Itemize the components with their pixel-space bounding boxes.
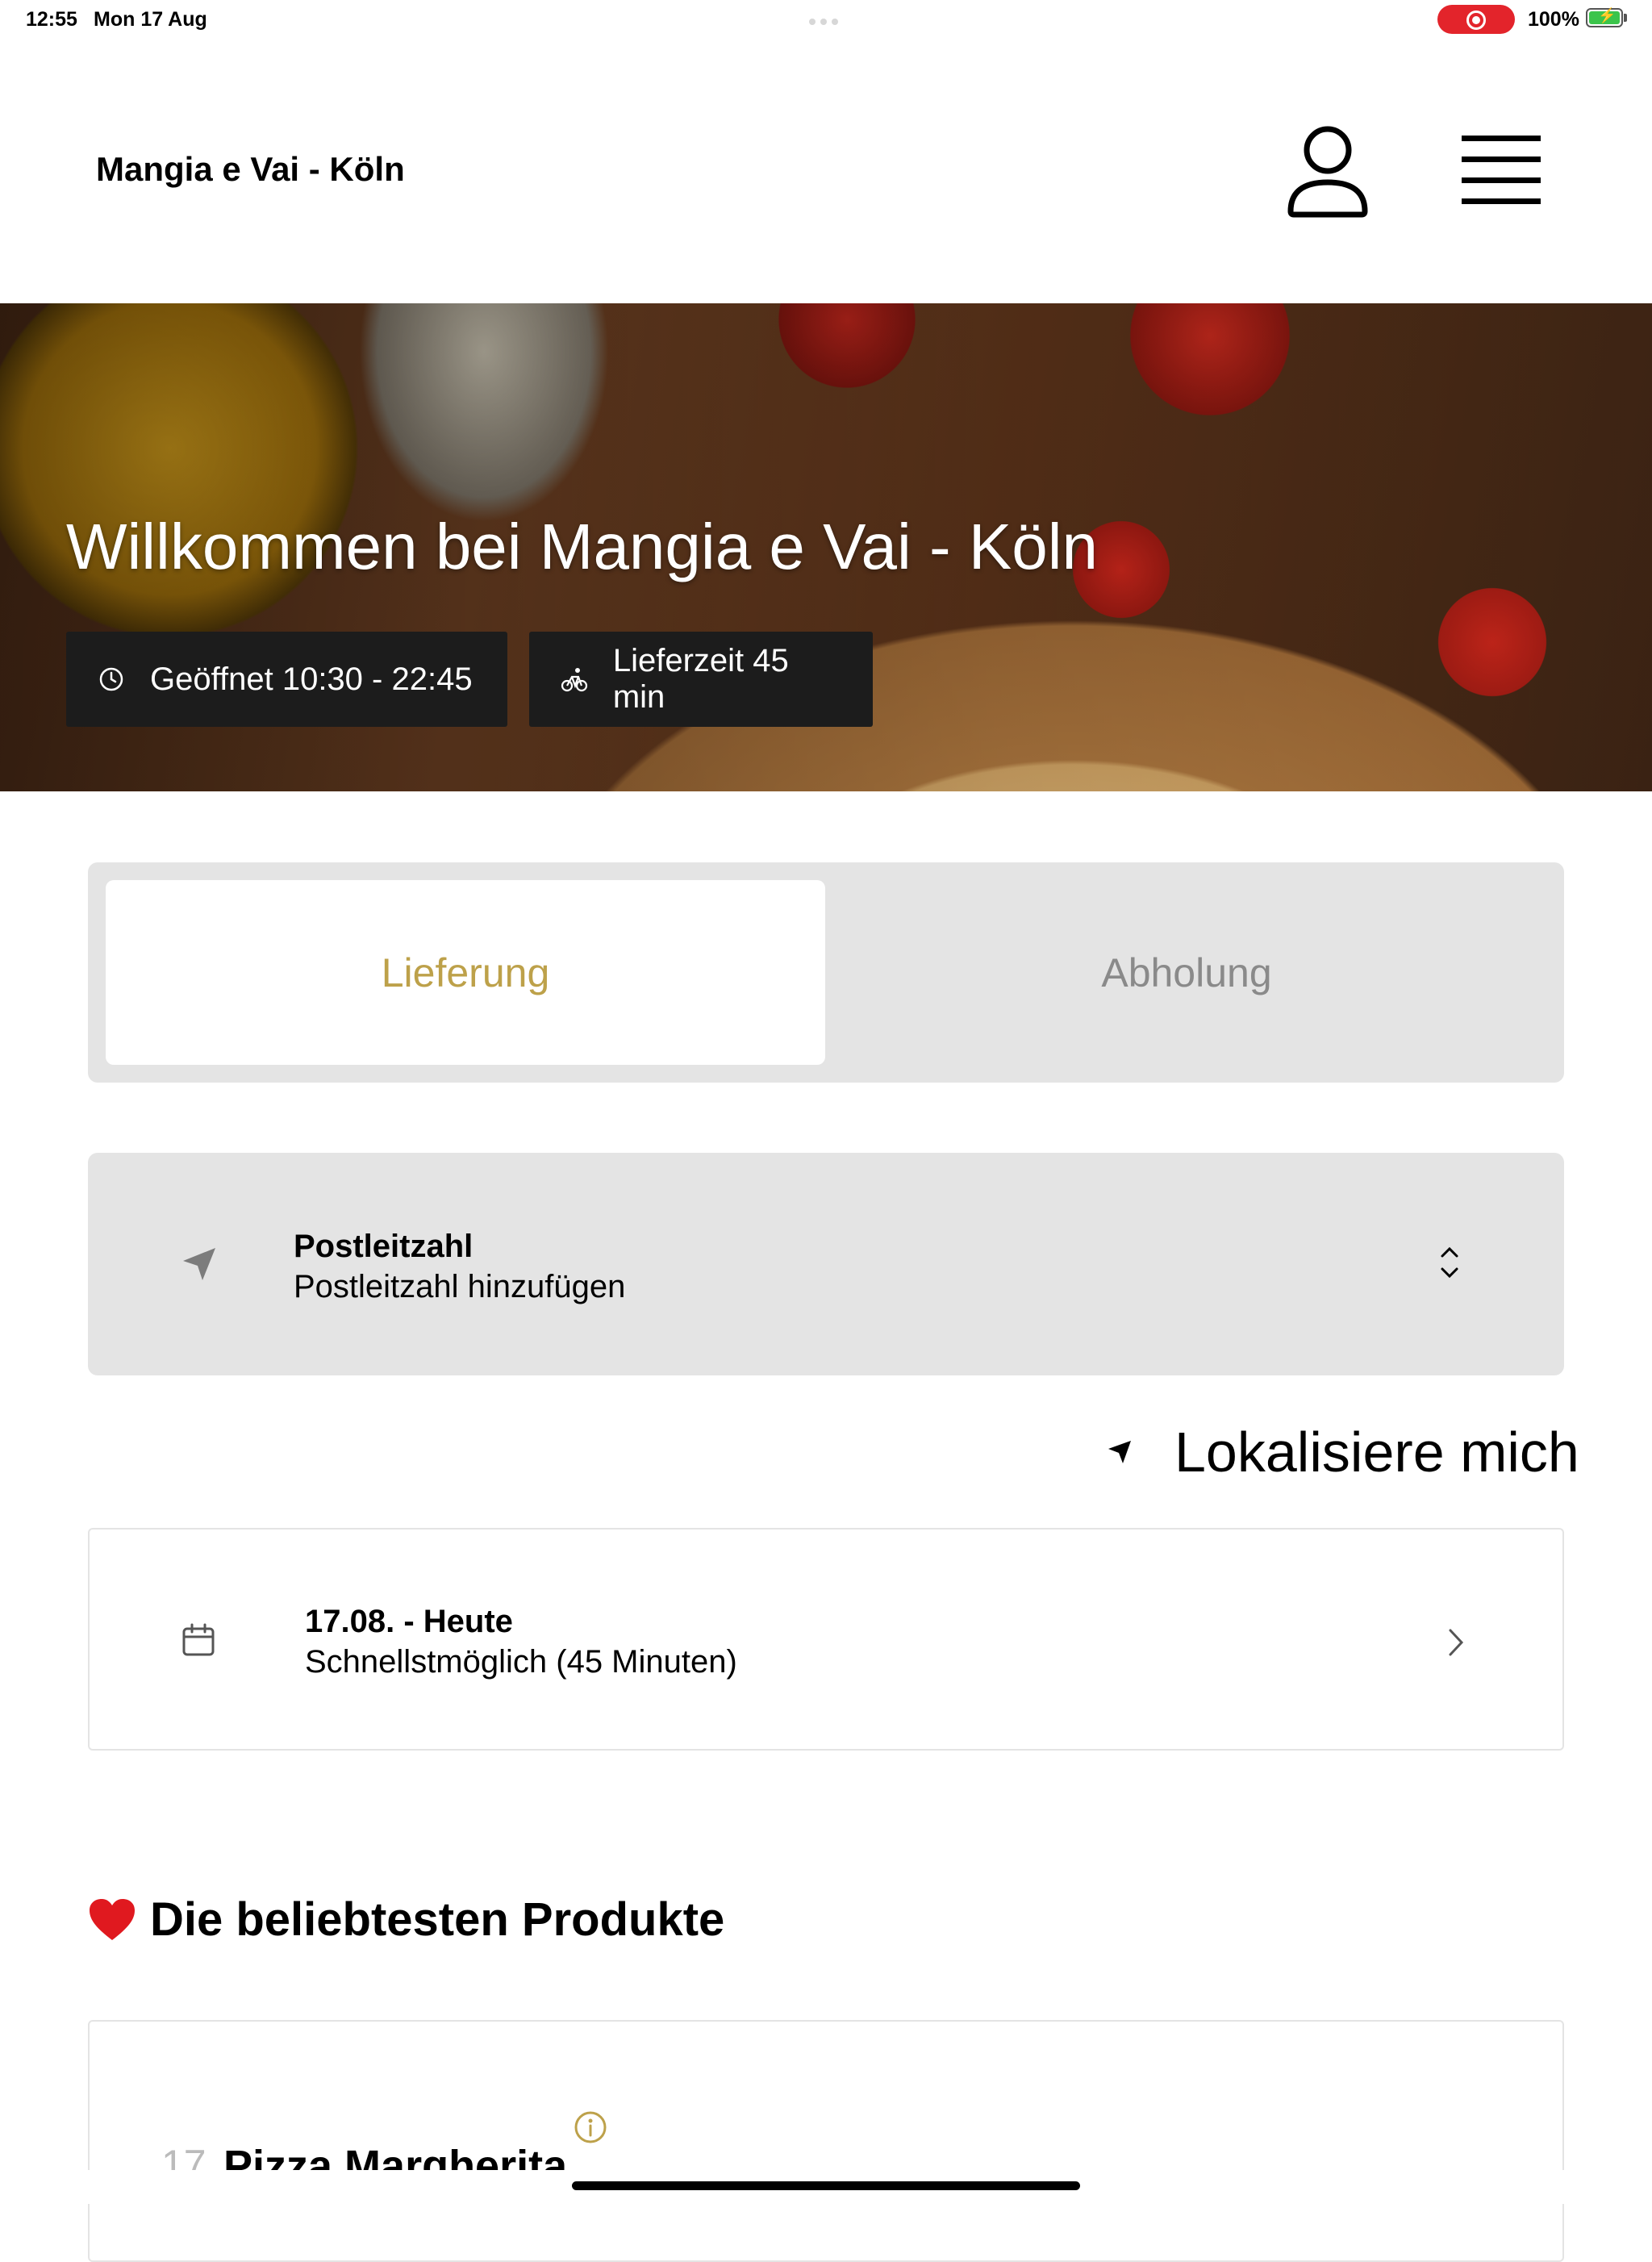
calendar-icon — [181, 1623, 215, 1657]
status-bar: 12:55 Mon 17 Aug 100% — [0, 0, 1652, 40]
postcode-label: Postleitzahl — [294, 1229, 473, 1264]
locate-me-label: Lokalisiere mich — [1174, 1421, 1579, 1484]
postcode-value: Postleitzahl hinzufügen — [294, 1269, 626, 1304]
hero-banner: Willkommen bei Mangia e Vai - Köln Geöff… — [0, 303, 1652, 791]
opening-hours-badge: Geöffnet 10:30 - 22:45 — [66, 632, 507, 727]
opening-hours-text: Geöffnet 10:30 - 22:45 — [150, 661, 473, 697]
delivery-time-badge: Lieferzeit 45 min — [529, 632, 873, 727]
popular-products-heading: Die beliebtesten Produkte — [87, 1893, 724, 1947]
hamburger-menu-icon[interactable] — [1462, 136, 1542, 207]
order-mode-toggle: Lieferung Abholung — [88, 862, 1564, 1083]
bicycle-icon — [560, 665, 589, 694]
delivery-date-selector[interactable]: 17.08. - Heute Schnellstmöglich (45 Minu… — [88, 1528, 1564, 1751]
clock-icon — [97, 665, 126, 694]
location-arrow-icon — [178, 1243, 220, 1285]
delivery-date-subtitle: Schnellstmöglich (45 Minuten) — [305, 1644, 737, 1680]
home-indicator[interactable] — [572, 2181, 1080, 2190]
info-icon[interactable] — [574, 2110, 607, 2144]
delivery-time-text: Lieferzeit 45 min — [612, 643, 789, 715]
battery-percentage: 100% — [1528, 8, 1579, 31]
status-time: 12:55 — [26, 8, 77, 31]
multitasking-dots[interactable] — [809, 15, 845, 25]
delivery-date-title: 17.08. - Heute — [305, 1604, 513, 1639]
product-card[interactable]: 17 Pizza Margherita — [88, 2020, 1564, 2262]
screen-recording-icon[interactable] — [1437, 5, 1515, 34]
person-icon[interactable] — [1286, 124, 1370, 218]
chevron-right-icon — [1446, 1626, 1466, 1659]
hero-title: Willkommen bei Mangia e Vai - Köln — [66, 511, 1099, 582]
tab-delivery[interactable]: Lieferung — [106, 880, 825, 1065]
heart-icon — [87, 1897, 137, 1943]
tab-pickup[interactable]: Abholung — [827, 880, 1546, 1065]
restaurant-title[interactable]: Mangia e Vai - Köln — [96, 150, 405, 189]
battery-icon — [1586, 7, 1623, 27]
location-arrow-icon — [1105, 1438, 1134, 1467]
chevron-up-down-icon — [1437, 1243, 1462, 1282]
postcode-selector[interactable]: Postleitzahl Postleitzahl hinzufügen — [88, 1153, 1564, 1375]
status-date: Mon 17 Aug — [94, 8, 207, 31]
locate-me-button[interactable]: Lokalisiere mich — [1105, 1420, 1579, 1484]
popular-products-title: Die beliebtesten Produkte — [150, 1893, 725, 1946]
